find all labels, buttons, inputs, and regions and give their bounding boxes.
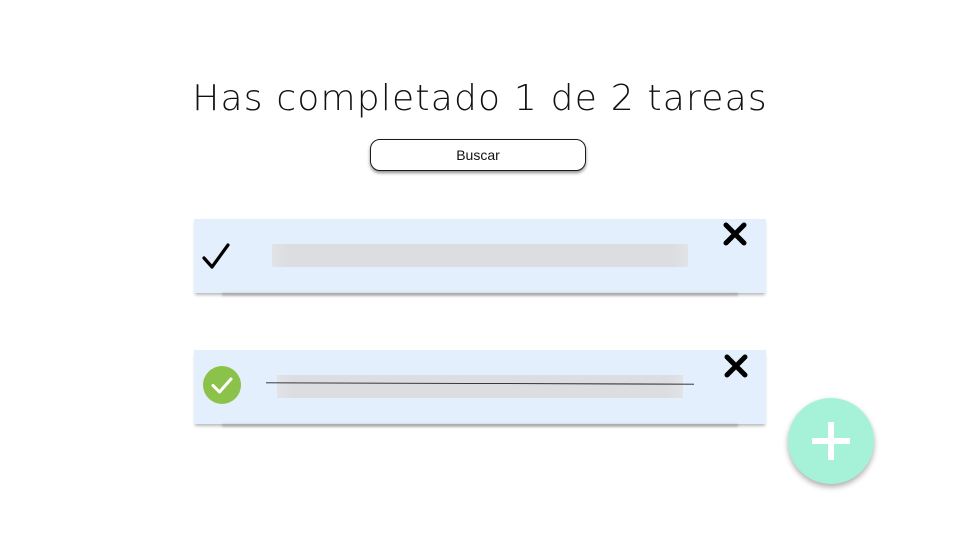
plus-icon (812, 422, 850, 460)
page-title: Has completado 1 de 2 tareas (192, 78, 768, 119)
app-screen: Has completado 1 de 2 tareas Buscar (0, 0, 960, 541)
strikethrough-line (266, 382, 694, 385)
task-text[interactable] (272, 244, 688, 267)
search-button[interactable]: Buscar (370, 139, 586, 171)
card-shadow (222, 293, 738, 296)
add-task-button[interactable] (788, 398, 874, 484)
check-circle-icon[interactable] (203, 366, 241, 404)
task-text[interactable] (277, 375, 683, 398)
task-item (194, 350, 766, 427)
task-item (194, 219, 766, 296)
close-icon[interactable] (722, 221, 748, 247)
check-icon[interactable] (200, 241, 232, 273)
close-icon[interactable] (723, 353, 749, 379)
card-shadow (222, 424, 738, 427)
